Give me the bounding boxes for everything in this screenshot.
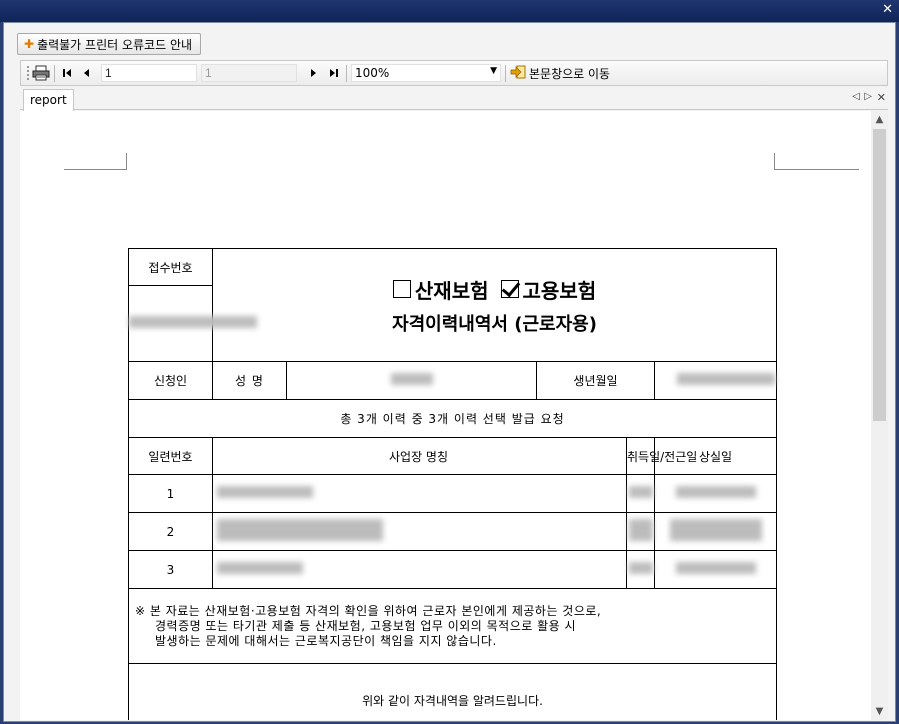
form-title-cell: 산재보험 고용보험 자격이력내역서 (근로자용) (211, 248, 778, 362)
goto-main-label: 본문창으로 이동 (529, 66, 611, 81)
toolbar-separator (346, 65, 347, 82)
plus-icon: ✚ (24, 37, 35, 51)
checkbox-empty-icon (392, 280, 411, 298)
redacted-value (217, 486, 313, 498)
name-value (286, 361, 537, 400)
workplace-value (212, 474, 627, 513)
scroll-thumb[interactable] (873, 129, 886, 421)
redacted-value (676, 373, 775, 385)
title-bar: ✕ (0, 0, 899, 22)
redacted-value (628, 486, 653, 498)
col-header-workplace: 사업장 명칭 (212, 437, 627, 475)
tab-report[interactable]: report (23, 89, 74, 111)
goto-main-button[interactable]: 본문창으로 이동 (510, 61, 610, 85)
form-title: 자격이력내역서 (근로자용) (392, 313, 597, 335)
printer-icon[interactable] (31, 61, 51, 85)
first-page-icon[interactable] (59, 61, 75, 85)
current-page-input[interactable] (101, 64, 197, 82)
table-row: 1 (128, 474, 778, 513)
redacted-value (628, 562, 653, 574)
workplace-value (212, 550, 627, 589)
name-label: 성 명 (212, 361, 287, 400)
crop-mark (64, 169, 127, 170)
scroll-down-icon[interactable]: ▼ (871, 703, 888, 720)
row-no: 2 (128, 512, 213, 551)
crop-mark (774, 153, 775, 170)
redacted-value (628, 519, 653, 541)
chevron-down-icon: ▼ (490, 66, 497, 76)
viewer-toolbar: 100% ▼ 본문창으로 이동 (20, 60, 888, 86)
acquired-value (626, 550, 655, 589)
tab-strip: report ◁ ▷ ✕ (20, 89, 888, 111)
tab-scroll-right-icon[interactable]: ▷ (864, 91, 872, 102)
toolbar-separator (505, 65, 506, 82)
acquired-value (626, 512, 655, 551)
notice-line: 경력증명 또는 타기관 제출 등 산재보험, 고용보험 업무 이외의 목적으로 … (155, 618, 577, 633)
birth-label: 생년월일 (536, 361, 655, 400)
notice-text: ※ 본 자료는 산재보험·고용보험 자격의 확인을 위하여 근로자 본인에게 제… (127, 588, 778, 664)
redacted-value (390, 373, 433, 385)
lost-value (653, 474, 778, 513)
table-row: 3 (128, 550, 778, 589)
receipt-no-value (128, 285, 257, 362)
birth-value (653, 361, 778, 400)
last-page-icon[interactable] (326, 61, 342, 85)
insurance-type-line: 산재보험 고용보험 (213, 275, 776, 304)
acquired-value (626, 474, 655, 513)
insurance1-label: 산재보험 (414, 278, 489, 303)
applicant-label: 신청인 (128, 361, 213, 400)
printer-error-guide-button[interactable]: ✚ 출력불가 프린터 오류코드 안내 (17, 33, 202, 55)
checkbox-checked-icon (500, 280, 519, 298)
lost-value (653, 550, 778, 589)
receipt-no-label: 접수번호 (128, 248, 213, 286)
col-header-acquired: 취득일/전근일 (626, 437, 697, 475)
col-header-no: 일련번호 (128, 437, 213, 475)
redacted-value (217, 562, 303, 574)
zoom-select[interactable]: 100% ▼ (351, 64, 501, 82)
vertical-scrollbar[interactable]: ▲ ▼ (871, 111, 888, 720)
goto-arrow-icon (510, 65, 526, 82)
row-no: 3 (128, 550, 213, 589)
redacted-value (675, 486, 756, 498)
tab-scroll-left-icon[interactable]: ◁ (852, 91, 860, 102)
summary-text: 총 3개 이력 중 3개 이력 선택 발급 요청 (127, 399, 778, 438)
report-window: ✚ 출력불가 프린터 오류코드 안내 1 1 100% ▼ 본문창으로 이동 r… (3, 22, 896, 722)
toolbar-separator (54, 65, 55, 82)
prev-page-icon[interactable] (79, 61, 93, 85)
lost-value (653, 512, 778, 551)
table-row: 2 (128, 512, 778, 551)
redacted-value (669, 519, 762, 541)
closing-text: 위와 같이 자격내역을 알려드립니다. (127, 663, 778, 720)
notice-line: ※ 본 자료는 산재보험·고용보험 자격의 확인을 위하여 근로자 본인에게 제… (135, 603, 602, 618)
tab-close-icon[interactable]: ✕ (877, 91, 886, 104)
crop-mark (126, 153, 127, 170)
report-viewer: 접수번호 산재보험 고용보험 자격이력내역서 (근로자용) 신청인 성 명 생년… (20, 111, 888, 720)
next-page-icon[interactable] (307, 61, 321, 85)
qualification-history-form: 접수번호 산재보험 고용보험 자격이력내역서 (근로자용) 신청인 성 명 생년… (127, 248, 778, 720)
insurance2-label: 고용보험 (522, 278, 597, 303)
close-icon[interactable]: ✕ (882, 2, 893, 17)
printer-error-guide-label: 출력불가 프린터 오류코드 안내 (37, 37, 193, 52)
notice-line: 발생하는 문제에 대해서는 근로복지공단이 책임을 지지 않습니다. (155, 633, 497, 648)
workplace-value (212, 512, 627, 551)
row-no: 1 (128, 474, 213, 513)
redacted-value (217, 519, 383, 541)
redacted-value (129, 316, 257, 328)
crop-mark (774, 169, 859, 170)
total-pages-field (201, 64, 297, 82)
redacted-value (675, 562, 756, 574)
scroll-up-icon[interactable]: ▲ (871, 111, 888, 128)
zoom-value: 100% (355, 66, 390, 80)
